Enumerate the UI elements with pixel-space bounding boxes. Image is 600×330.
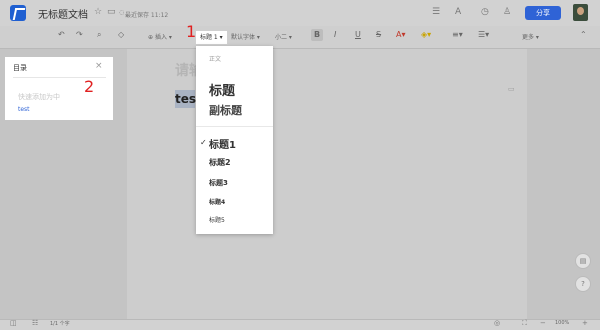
outline-title: 目录: [13, 64, 27, 72]
sidebar-toggle-icon[interactable]: ◫: [10, 319, 17, 327]
outline-toggle-icon[interactable]: ☷: [32, 319, 38, 327]
cloud-saved-icon: ◌: [119, 9, 125, 16]
menu-item-heading5[interactable]: 标题5: [209, 215, 225, 224]
save-status: 最近保存 11:12: [125, 12, 169, 19]
locate-icon[interactable]: ◎: [494, 319, 500, 327]
document-title[interactable]: 无标题文档: [38, 6, 88, 21]
menu-item-heading4[interactable]: 标题4: [209, 197, 225, 206]
check-icon: ✓: [200, 138, 207, 147]
folder-icon[interactable]: ▭: [107, 7, 116, 17]
word-count: 1/1 个字: [50, 321, 70, 327]
format-painter-icon[interactable]: ⌕: [97, 30, 101, 40]
list-icon[interactable]: ☰▾: [478, 30, 489, 39]
collaborator-icon[interactable]: ♙: [503, 7, 511, 17]
menu-icon[interactable]: ☰: [432, 7, 440, 17]
redo-icon[interactable]: ↷: [76, 30, 83, 39]
heading-style-label: 标题 1: [200, 34, 218, 41]
history-icon[interactable]: ◷: [481, 7, 489, 17]
help-icon[interactable]: ?: [575, 276, 591, 292]
font-family-select[interactable]: 默认字体 ▾: [231, 32, 260, 41]
menu-item-heading3[interactable]: 标题3: [209, 178, 228, 188]
toolbar: [0, 26, 600, 49]
more-button[interactable]: 更多 ▾: [522, 32, 539, 41]
zoom-in-icon[interactable]: +: [582, 319, 588, 327]
menu-item-heading1[interactable]: 标题1: [209, 136, 236, 151]
close-icon[interactable]: ×: [95, 61, 103, 71]
star-icon[interactable]: ☆: [94, 7, 102, 17]
insert-label: 插入: [154, 34, 167, 41]
comment-icon[interactable]: ▭: [508, 85, 515, 93]
doc-info-icon[interactable]: ▤: [575, 253, 591, 269]
outline-item-test[interactable]: test: [18, 106, 30, 113]
strikethrough-icon[interactable]: S: [376, 30, 381, 39]
bold-icon[interactable]: B: [311, 29, 323, 41]
zoom-level[interactable]: 100%: [555, 320, 569, 326]
font-family-label: 默认字体: [231, 34, 256, 41]
italic-icon[interactable]: I: [334, 30, 336, 39]
avatar[interactable]: [573, 4, 588, 21]
font-size-select[interactable]: 小二 ▾: [275, 32, 292, 41]
zoom-out-icon[interactable]: −: [540, 319, 546, 327]
menu-item-heading2[interactable]: 标题2: [209, 157, 231, 168]
outline-hint: 快速添加为中: [18, 93, 60, 101]
annotation-1: 1: [186, 22, 197, 41]
app-logo-icon[interactable]: [10, 5, 26, 21]
insert-button[interactable]: ⊕ 插入 ▾: [148, 32, 172, 41]
annotation-2: 2: [84, 77, 95, 96]
highlight-icon[interactable]: ◈▾: [421, 30, 431, 39]
status-bar: [0, 319, 600, 330]
font-size-label: 小二: [275, 34, 288, 41]
menu-item-subtitle[interactable]: 副标题: [209, 102, 242, 118]
fullscreen-icon[interactable]: ⛶: [522, 319, 527, 328]
heading-style-select[interactable]: 标题 1 ▾: [195, 30, 228, 45]
share-button[interactable]: 分享: [525, 6, 561, 20]
underline-icon[interactable]: U: [355, 30, 361, 39]
undo-icon[interactable]: ↶: [58, 30, 65, 39]
align-icon[interactable]: ≡▾: [452, 30, 463, 39]
menu-item-body-text[interactable]: 正文: [209, 54, 221, 63]
menu-item-title[interactable]: 标题: [209, 80, 235, 99]
more-label: 更多: [522, 34, 535, 41]
font-color-icon[interactable]: A▾: [396, 30, 406, 39]
menu-divider: [196, 126, 273, 127]
clear-format-icon[interactable]: ◇: [118, 30, 124, 39]
text-format-icon[interactable]: A: [455, 7, 461, 17]
collapse-toolbar-icon[interactable]: ⌃: [580, 30, 587, 39]
